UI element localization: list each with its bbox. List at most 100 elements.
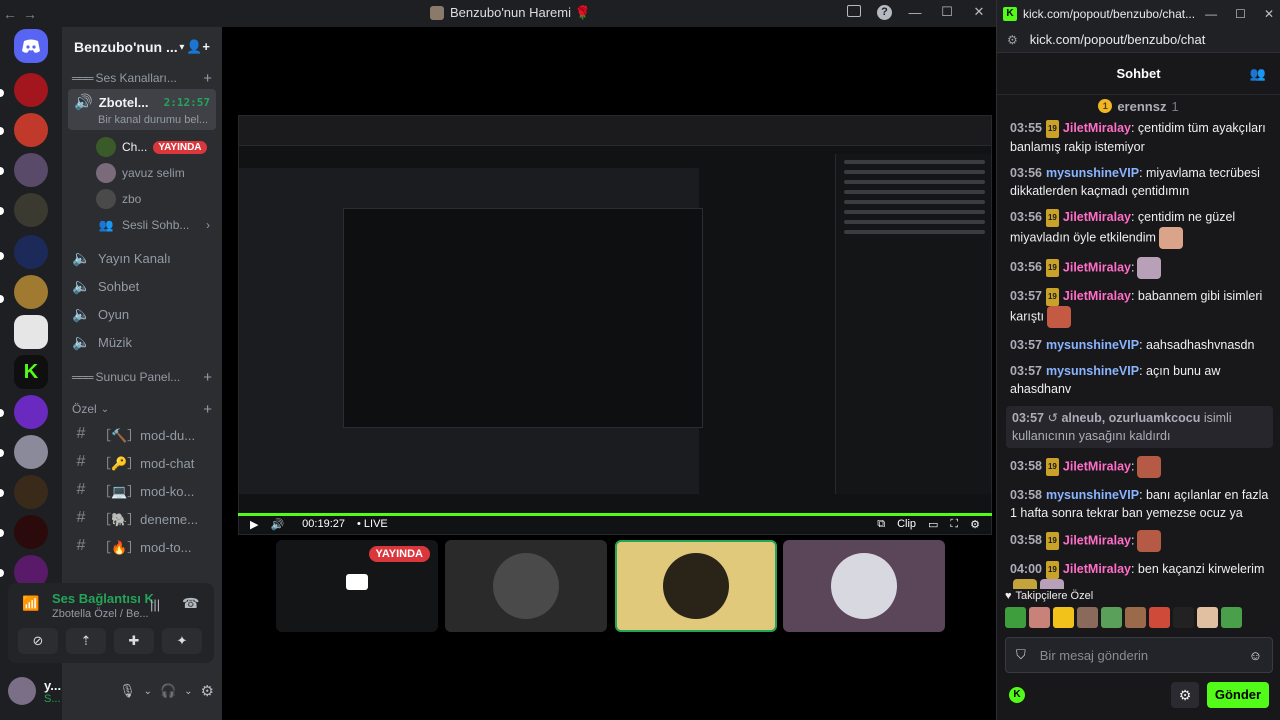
progress-bar[interactable] xyxy=(238,513,992,516)
kick-server-icon[interactable]: K xyxy=(14,355,48,389)
stream-video[interactable] xyxy=(238,115,992,535)
text-channel[interactable]: # ［🔨］mod-du... xyxy=(62,420,222,448)
message-username[interactable]: JiletMiralay xyxy=(1063,121,1131,135)
maximize-icon[interactable]: ☐ xyxy=(938,4,956,20)
maximize-icon[interactable]: ☐ xyxy=(1235,7,1246,21)
voice-member[interactable]: zbo xyxy=(62,186,222,212)
emote-icon[interactable] xyxy=(1221,607,1242,628)
discord-home-icon[interactable] xyxy=(14,29,48,63)
add-channel-icon[interactable]: + xyxy=(203,70,212,87)
site-settings-icon[interactable]: ⚙ xyxy=(1007,33,1018,47)
emoji-icon[interactable]: ☺ xyxy=(1249,648,1262,663)
message-username[interactable]: JiletMiralay xyxy=(1063,533,1131,547)
active-voice-channel[interactable]: 🔊 Zbotel... 2:12:57 Bir kanal durumu bel… xyxy=(68,89,216,130)
message-username[interactable]: mysunshineVIP xyxy=(1046,166,1139,180)
message-username[interactable]: JiletMiralay xyxy=(1063,289,1131,303)
text-channel[interactable]: # ［🐘］deneme... xyxy=(62,504,222,532)
emote-icon[interactable] xyxy=(1101,607,1122,628)
gear-icon[interactable]: ⚙ xyxy=(201,682,214,700)
voice-channel[interactable]: 🔈 Oyun xyxy=(62,300,222,328)
play-icon[interactable]: ▶ xyxy=(250,518,258,531)
minimize-icon[interactable]: — xyxy=(906,5,924,20)
kick-coin-icon[interactable]: K xyxy=(1009,687,1025,703)
emote-icon[interactable] xyxy=(1173,607,1194,628)
add-channel-icon[interactable]: + xyxy=(203,369,212,386)
shield-icon[interactable]: ⛉ xyxy=(1016,647,1026,663)
participant-tile[interactable] xyxy=(445,540,607,632)
server-icon[interactable] xyxy=(14,395,48,429)
top-gifter[interactable]: 1 erennsz 1 xyxy=(997,95,1280,117)
server-icon[interactable] xyxy=(14,73,48,107)
category-private[interactable]: Özel ⌄ + xyxy=(62,398,222,420)
server-icon[interactable] xyxy=(14,315,48,349)
sub-channel[interactable]: 👥 Sesli Sohb... › xyxy=(62,212,222,238)
gear-icon[interactable]: ⚙ xyxy=(970,518,980,531)
server-icon[interactable] xyxy=(14,515,48,549)
fullscreen-icon[interactable]: ⛶ xyxy=(950,518,958,531)
participant-tile-streamer[interactable]: YAYINDA xyxy=(276,540,438,632)
microphone-icon[interactable]: 🎙 xyxy=(119,683,136,699)
camera-off-button[interactable]: ⊘ xyxy=(18,628,58,654)
disconnect-icon[interactable]: ☎ xyxy=(182,595,199,612)
message-username[interactable]: JiletMiralay xyxy=(1063,459,1131,473)
participant-tile[interactable] xyxy=(783,540,945,632)
chat-input[interactable] xyxy=(1039,647,1235,663)
voice-channel[interactable]: 🔈 Müzik xyxy=(62,328,222,356)
theater-icon[interactable]: ▭ xyxy=(928,518,938,531)
headphones-icon[interactable]: 🎧 xyxy=(160,683,176,699)
chevron-down-icon[interactable]: ⌄ xyxy=(144,686,152,697)
guild-header[interactable]: Benzubo'nun ... ▾ 👤+ xyxy=(62,27,222,67)
server-icon[interactable] xyxy=(14,193,48,227)
minimize-icon[interactable]: — xyxy=(1205,7,1217,21)
emote-icon[interactable] xyxy=(1029,607,1050,628)
server-icon[interactable] xyxy=(14,113,48,147)
add-channel-icon[interactable]: + xyxy=(203,401,212,418)
emote-icon[interactable] xyxy=(1197,607,1218,628)
voice-member[interactable]: yavuz selim xyxy=(62,160,222,186)
participant-tile-speaking[interactable] xyxy=(615,540,777,632)
help-icon[interactable]: ? xyxy=(877,4,892,20)
voice-status-title[interactable]: Ses Bağlantısı K xyxy=(52,591,154,606)
emote-icon[interactable] xyxy=(1053,607,1074,628)
send-button[interactable]: Gönder xyxy=(1207,682,1269,708)
message-username[interactable]: JiletMiralay xyxy=(1063,210,1131,224)
back-arrow-icon[interactable]: ← xyxy=(0,6,20,22)
category-server-panel[interactable]: ═══ Sunucu Panel... + xyxy=(62,366,222,388)
voice-channel[interactable]: 🔈 Sohbet xyxy=(62,272,222,300)
pip-icon[interactable]: ⧉ xyxy=(877,518,885,531)
server-icon[interactable] xyxy=(14,275,48,309)
text-channel[interactable]: # ［🔑］mod-chat xyxy=(62,448,222,476)
volume-icon[interactable]: 🔊 xyxy=(270,518,284,531)
emote-icon[interactable] xyxy=(1125,607,1146,628)
voice-member[interactable]: Ch... YAYINDA xyxy=(62,134,222,160)
avatar[interactable] xyxy=(8,677,36,705)
forward-arrow-icon[interactable]: → xyxy=(20,6,40,22)
add-friend-icon[interactable]: 👤+ xyxy=(186,39,210,55)
emote-icon[interactable] xyxy=(1005,607,1026,628)
chevron-down-icon[interactable]: ⌄ xyxy=(184,686,192,697)
soundboard-button[interactable]: ✦ xyxy=(162,628,202,654)
close-icon[interactable]: ✕ xyxy=(970,4,988,20)
emote-icon[interactable] xyxy=(1149,607,1170,628)
inbox-icon[interactable] xyxy=(845,4,863,20)
message-username[interactable]: mysunshineVIP xyxy=(1046,338,1139,352)
message-username[interactable]: mysunshineVIP xyxy=(1046,488,1139,502)
message-username[interactable]: mysunshineVIP xyxy=(1046,364,1139,378)
users-icon[interactable]: 👥 xyxy=(1250,66,1266,82)
chat-settings-button[interactable]: ⚙ xyxy=(1171,682,1199,708)
message-username[interactable]: JiletMiralay xyxy=(1063,562,1131,576)
screen-share-button[interactable]: ⇡ xyxy=(66,628,106,654)
text-channel[interactable]: # ［💻］mod-ko... xyxy=(62,476,222,504)
text-channel[interactable]: # ［🔥］mod-to... xyxy=(62,532,222,560)
clip-button[interactable]: Clip xyxy=(897,518,916,531)
server-icon[interactable] xyxy=(14,235,48,269)
noise-suppression-icon[interactable]: ||| xyxy=(150,597,160,612)
server-icon[interactable] xyxy=(14,475,48,509)
address-bar[interactable]: ⚙ kick.com/popout/benzubo/chat xyxy=(997,27,1280,53)
voice-channel[interactable]: 🔈 Yayın Kanalı xyxy=(62,244,222,272)
server-icon[interactable] xyxy=(14,435,48,469)
category-voice[interactable]: ═══ Ses Kanalları... + xyxy=(62,67,222,89)
message-username[interactable]: JiletMiralay xyxy=(1063,260,1131,274)
emote-icon[interactable] xyxy=(1077,607,1098,628)
server-icon[interactable] xyxy=(14,153,48,187)
